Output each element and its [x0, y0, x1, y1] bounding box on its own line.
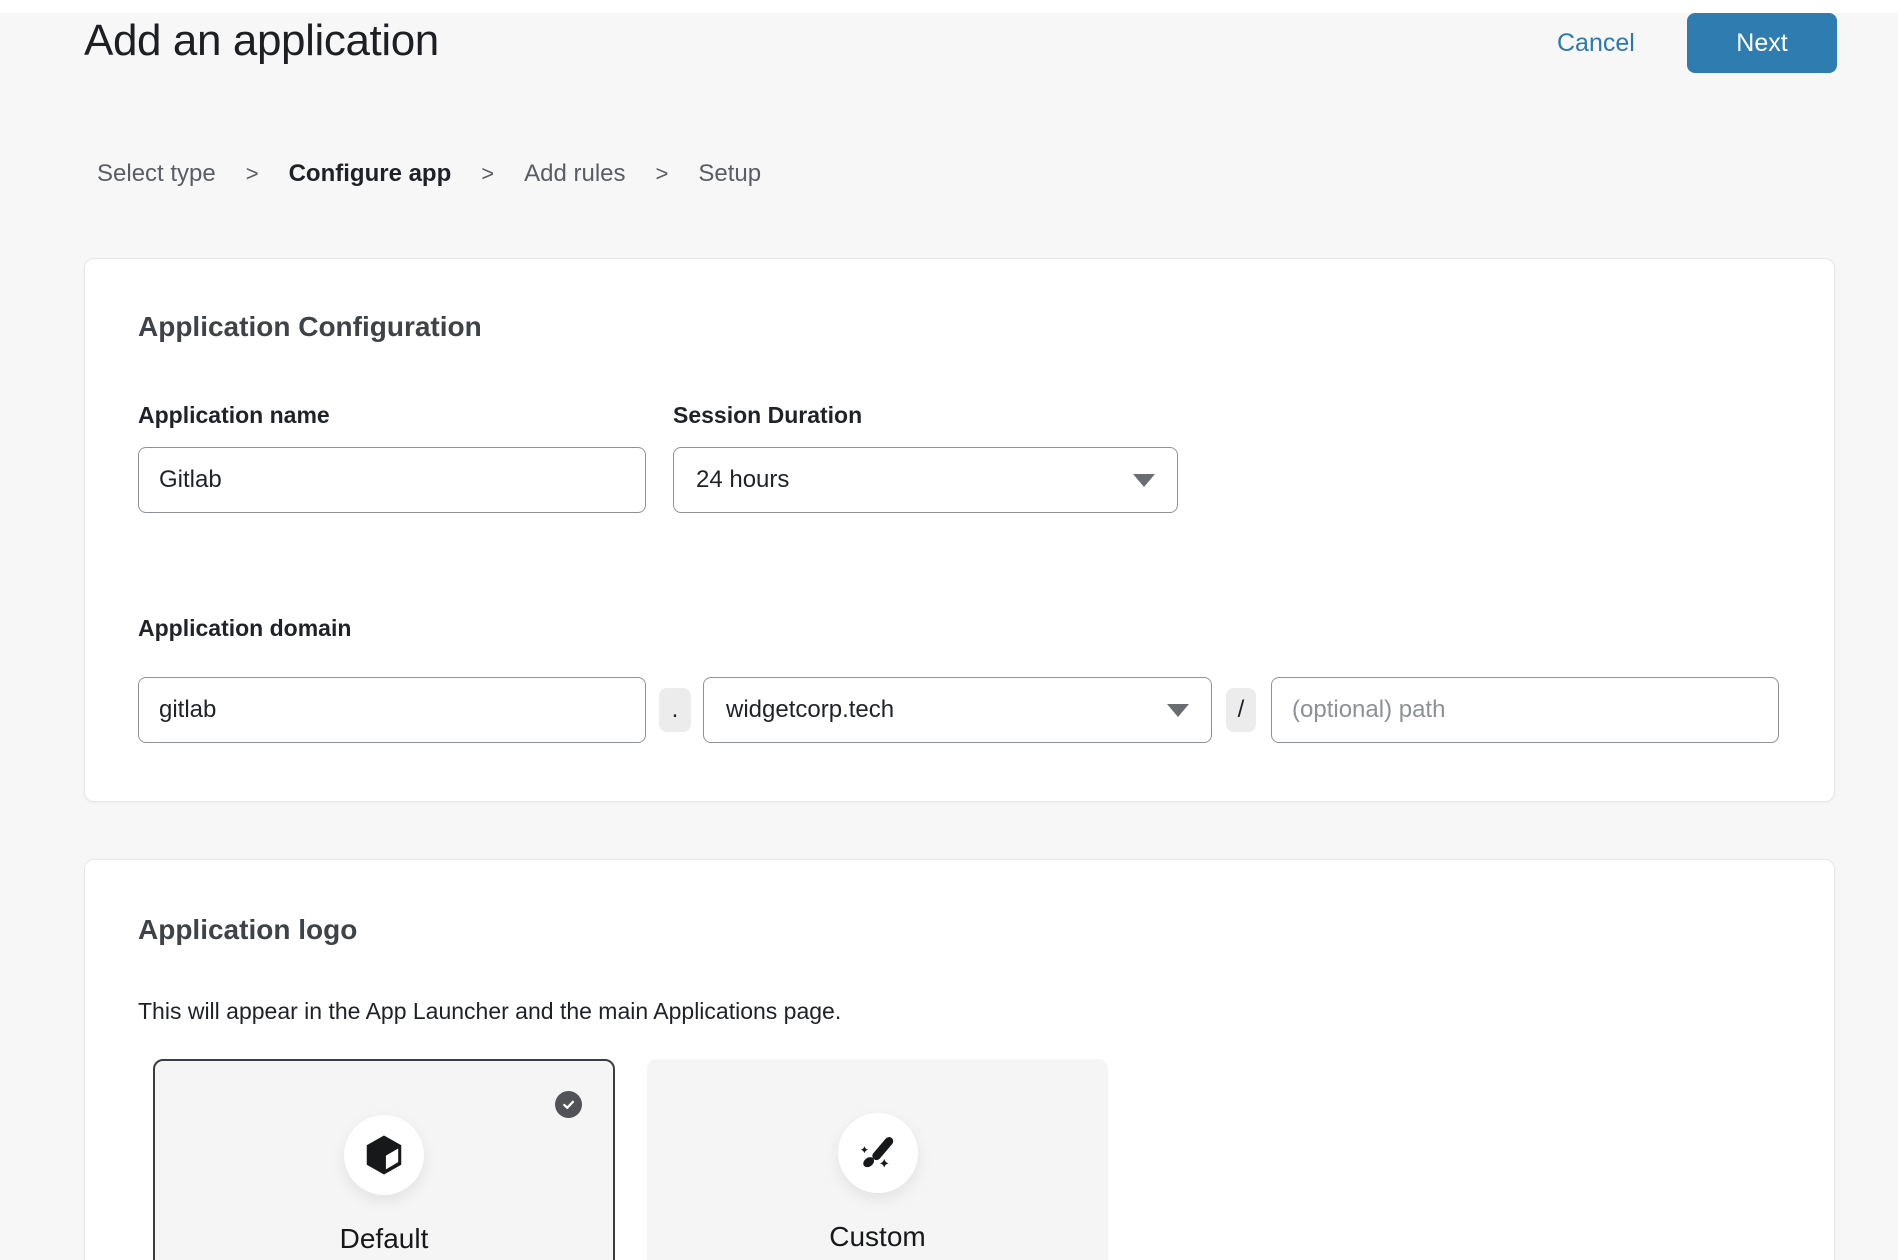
chevron-down-icon — [1133, 474, 1155, 487]
breadcrumb-step-add-rules[interactable]: Add rules — [524, 160, 625, 188]
chevron-down-icon — [1167, 704, 1189, 717]
add-application-page: Add an application Cancel Next Select ty… — [0, 0, 1898, 1260]
logo-option-label: Custom — [647, 1221, 1108, 1253]
logo-option-custom[interactable]: Custom — [647, 1059, 1108, 1260]
application-name-input[interactable] — [138, 447, 646, 513]
selected-check-badge — [555, 1091, 582, 1118]
domain-selected-value: widgetcorp.tech — [726, 696, 894, 724]
breadcrumb: Select type > Configure app > Add rules … — [97, 160, 761, 188]
breadcrumb-step-select-type[interactable]: Select type — [97, 160, 216, 188]
logo-option-label: Default — [155, 1223, 613, 1255]
application-logo-description: This will appear in the App Launcher and… — [138, 998, 841, 1025]
custom-logo-circle — [838, 1113, 918, 1193]
default-logo-circle — [344, 1115, 424, 1195]
breadcrumb-step-configure-app[interactable]: Configure app — [289, 160, 452, 188]
breadcrumb-separator: > — [481, 161, 494, 187]
domain-select[interactable]: widgetcorp.tech — [703, 677, 1212, 743]
application-name-label: Application name — [138, 402, 330, 429]
page-title: Add an application — [84, 10, 439, 72]
domain-dot-separator: . — [659, 688, 691, 732]
path-input[interactable] — [1271, 677, 1779, 743]
application-configuration-heading: Application Configuration — [138, 311, 482, 343]
cancel-button[interactable]: Cancel — [1557, 29, 1635, 57]
next-button[interactable]: Next — [1687, 13, 1837, 73]
breadcrumb-separator: > — [246, 161, 259, 187]
application-domain-label: Application domain — [138, 615, 351, 642]
paintbrush-icon — [856, 1131, 900, 1175]
session-duration-selected-value: 24 hours — [696, 466, 789, 494]
logo-option-default[interactable]: Default — [153, 1059, 615, 1260]
breadcrumb-separator: > — [656, 161, 669, 187]
application-configuration-card: Application Configuration Application na… — [84, 258, 1835, 802]
application-logo-card: Application logo This will appear in the… — [84, 859, 1835, 1260]
check-icon — [560, 1096, 577, 1113]
breadcrumb-step-setup[interactable]: Setup — [698, 160, 761, 188]
domain-slash-separator: / — [1226, 688, 1256, 732]
application-logo-heading: Application logo — [138, 914, 357, 946]
session-duration-select[interactable]: 24 hours — [673, 447, 1178, 513]
session-duration-label: Session Duration — [673, 402, 862, 429]
cube-icon — [361, 1132, 407, 1178]
subdomain-input[interactable] — [138, 677, 646, 743]
